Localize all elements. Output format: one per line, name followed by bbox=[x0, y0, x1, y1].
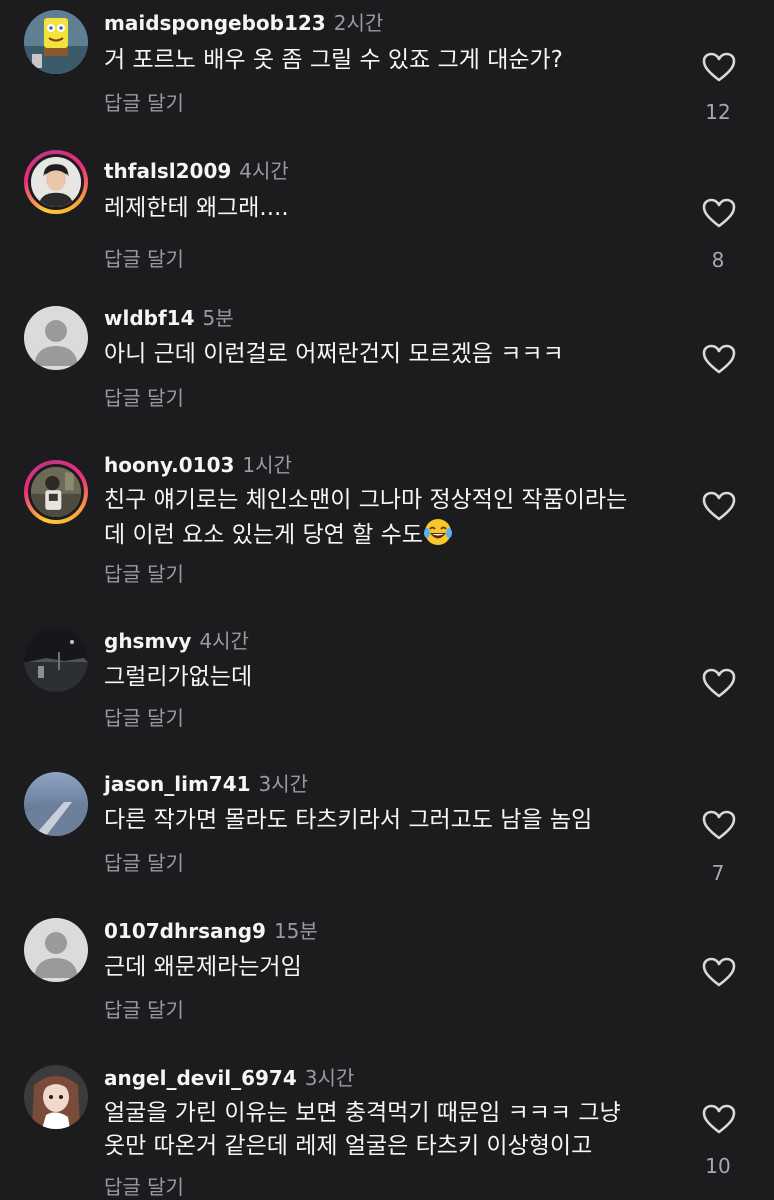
timestamp: 3시간 bbox=[258, 772, 309, 796]
timestamp: 4시간 bbox=[239, 159, 289, 183]
comment-text: 근데 왜문제라는거임 bbox=[104, 954, 302, 980]
timestamp: 2시간 bbox=[333, 11, 384, 35]
timestamp: 15분 bbox=[273, 919, 318, 943]
avatar[interactable] bbox=[24, 1065, 88, 1129]
heart-icon bbox=[702, 668, 736, 698]
like-button[interactable] bbox=[702, 198, 736, 232]
avatar[interactable] bbox=[24, 150, 88, 214]
comment-text-fragment: 데 이런 요소 있는게 당연 할 수도 bbox=[104, 522, 423, 548]
heart-icon bbox=[702, 52, 736, 82]
username[interactable]: thfalsl2009 bbox=[104, 159, 231, 183]
comment-text: 아니 근데 이런걸로 어쩌란건지 모르겠음 ㅋㅋㅋ bbox=[104, 341, 564, 367]
comment-text: 거 포르노 배우 옷 좀 그릴 수 있죠 그게 대순가? bbox=[104, 47, 563, 73]
username[interactable]: wldbf14 bbox=[104, 306, 195, 330]
avatar[interactable] bbox=[24, 628, 88, 692]
like-count: 7 bbox=[711, 861, 725, 885]
comment-meta: maidspongebob123 2시간 bbox=[104, 10, 383, 36]
reply-button[interactable]: 답글 달기 bbox=[104, 1174, 184, 1200]
like-button[interactable] bbox=[702, 344, 736, 378]
boy-portrait-icon bbox=[31, 157, 81, 207]
comment-meta: thfalsl2009 4시간 bbox=[104, 158, 289, 184]
reply-button[interactable]: 답글 달기 bbox=[104, 997, 184, 1023]
like-button[interactable] bbox=[702, 957, 736, 991]
like-count: 10 bbox=[705, 1154, 731, 1178]
username[interactable]: 0107dhrsang9 bbox=[104, 919, 266, 943]
avatar[interactable] bbox=[24, 10, 88, 74]
comment-meta: ghsmvy 4시간 bbox=[104, 628, 249, 654]
like-button[interactable] bbox=[702, 810, 736, 844]
username[interactable]: maidspongebob123 bbox=[104, 11, 326, 35]
spongebob-avatar-icon bbox=[24, 10, 88, 74]
timestamp: 4시간 bbox=[199, 629, 249, 653]
username[interactable]: hoony.0103 bbox=[104, 453, 234, 477]
comment-meta: 0107dhrsang9 15분 bbox=[104, 918, 318, 944]
default-avatar-icon bbox=[24, 918, 88, 982]
username[interactable]: angel_devil_6974 bbox=[104, 1066, 297, 1090]
comment-text: 그럴리가없는데 bbox=[104, 664, 253, 690]
comment-text-line: 얼굴을 가린 이유는 보면 충격먹기 때문임 ㅋㅋㅋ 그냥 bbox=[104, 1100, 621, 1126]
comment-text: 다른 작가면 몰라도 타츠키라서 그러고도 남을 놈임 bbox=[104, 807, 593, 833]
username[interactable]: ghsmvy bbox=[104, 629, 191, 653]
comment-meta: hoony.0103 1시간 bbox=[104, 452, 292, 478]
like-button[interactable] bbox=[702, 1104, 736, 1138]
heart-icon bbox=[702, 1104, 736, 1134]
comment-text: 친구 얘기로는 체인소맨이 그나마 정상적인 작품이라는 데 이런 요소 있는게… bbox=[104, 484, 684, 552]
person-photo-icon bbox=[31, 467, 81, 517]
avatar-image bbox=[28, 154, 84, 210]
comment-text: 레제한테 왜그래.... bbox=[104, 195, 289, 221]
username[interactable]: jason_lim741 bbox=[104, 772, 251, 796]
heart-icon bbox=[702, 198, 736, 228]
timestamp: 5분 bbox=[202, 306, 234, 330]
heart-icon bbox=[702, 491, 736, 521]
avatar[interactable] bbox=[24, 918, 88, 982]
like-button[interactable] bbox=[702, 491, 736, 525]
reply-button[interactable]: 답글 달기 bbox=[104, 705, 184, 731]
timestamp: 1시간 bbox=[242, 453, 292, 477]
reply-button[interactable]: 답글 달기 bbox=[104, 385, 184, 411]
avatar[interactable] bbox=[24, 772, 88, 836]
airplane-wing-avatar-icon bbox=[24, 772, 88, 836]
comment-text-line: 데 이런 요소 있는게 당연 할 수도 bbox=[104, 517, 684, 552]
like-button[interactable] bbox=[702, 668, 736, 702]
heart-icon bbox=[702, 344, 736, 374]
comment-meta: angel_devil_6974 3시간 bbox=[104, 1065, 354, 1091]
face-with-tears-of-joy-icon bbox=[423, 519, 452, 545]
comment-meta: wldbf14 5분 bbox=[104, 305, 234, 331]
like-count: 12 bbox=[705, 100, 731, 124]
reply-button[interactable]: 답글 달기 bbox=[104, 246, 184, 272]
anime-character-avatar-icon bbox=[24, 1065, 88, 1129]
avatar[interactable] bbox=[24, 306, 88, 370]
like-count: 8 bbox=[711, 248, 725, 272]
heart-icon bbox=[702, 957, 736, 987]
reply-button[interactable]: 답글 달기 bbox=[104, 850, 184, 876]
default-avatar-icon bbox=[24, 306, 88, 370]
reply-button[interactable]: 답글 달기 bbox=[104, 561, 184, 587]
like-button[interactable] bbox=[702, 52, 736, 86]
comment-text-line: 옷만 따온거 같은데 레제 얼굴은 타츠키 이상형이고 bbox=[104, 1133, 593, 1159]
avatar[interactable] bbox=[24, 460, 88, 524]
comment-meta: jason_lim741 3시간 bbox=[104, 771, 308, 797]
comment-text-line: 친구 얘기로는 체인소맨이 그나마 정상적인 작품이라는 bbox=[104, 487, 628, 513]
comment-text: 얼굴을 가린 이유는 보면 충격먹기 때문임 ㅋㅋㅋ 그냥 옷만 따온거 같은데… bbox=[104, 1097, 684, 1163]
heart-icon bbox=[702, 810, 736, 840]
reply-button[interactable]: 답글 달기 bbox=[104, 90, 184, 116]
timestamp: 3시간 bbox=[304, 1066, 355, 1090]
night-sky-avatar-icon bbox=[24, 628, 88, 692]
avatar-image bbox=[28, 464, 84, 520]
